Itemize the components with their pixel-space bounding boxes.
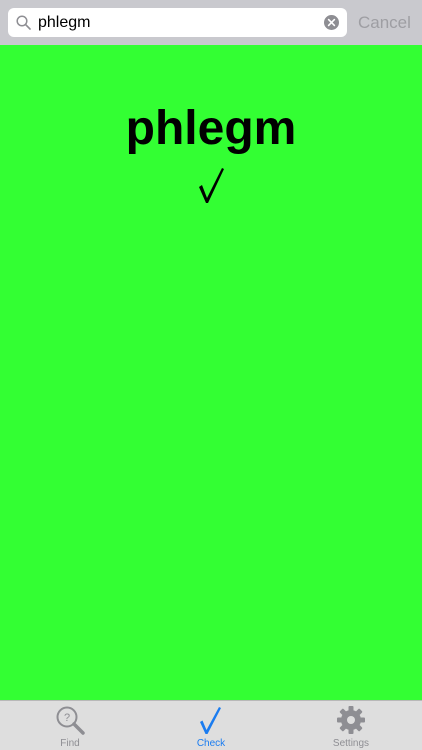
search-bar: Cancel bbox=[0, 0, 422, 45]
cancel-button[interactable]: Cancel bbox=[358, 8, 418, 37]
checkmark-icon bbox=[200, 707, 221, 734]
tab-label: Check bbox=[196, 738, 226, 749]
svg-text:?: ? bbox=[64, 712, 70, 724]
search-field[interactable] bbox=[8, 8, 347, 37]
magnifier-question-icon: ? bbox=[56, 706, 85, 735]
checkmark-icon bbox=[199, 168, 224, 203]
search-input[interactable] bbox=[38, 8, 318, 37]
tab-check[interactable]: Check bbox=[141, 701, 281, 750]
screen: Cancel phlegm ? Find Check bbox=[0, 0, 422, 750]
tab-settings[interactable]: Settings bbox=[281, 701, 421, 750]
tab-label: Settings bbox=[332, 738, 370, 749]
tab-label: Find bbox=[60, 738, 80, 749]
search-icon bbox=[16, 15, 31, 30]
result-area: phlegm bbox=[0, 45, 422, 700]
tab-bar: ? Find Check Settings bbox=[0, 700, 422, 750]
gear-icon bbox=[337, 706, 365, 734]
result-word: phlegm bbox=[125, 102, 297, 155]
tab-find[interactable]: ? Find bbox=[0, 701, 140, 750]
clear-icon[interactable] bbox=[324, 15, 339, 30]
